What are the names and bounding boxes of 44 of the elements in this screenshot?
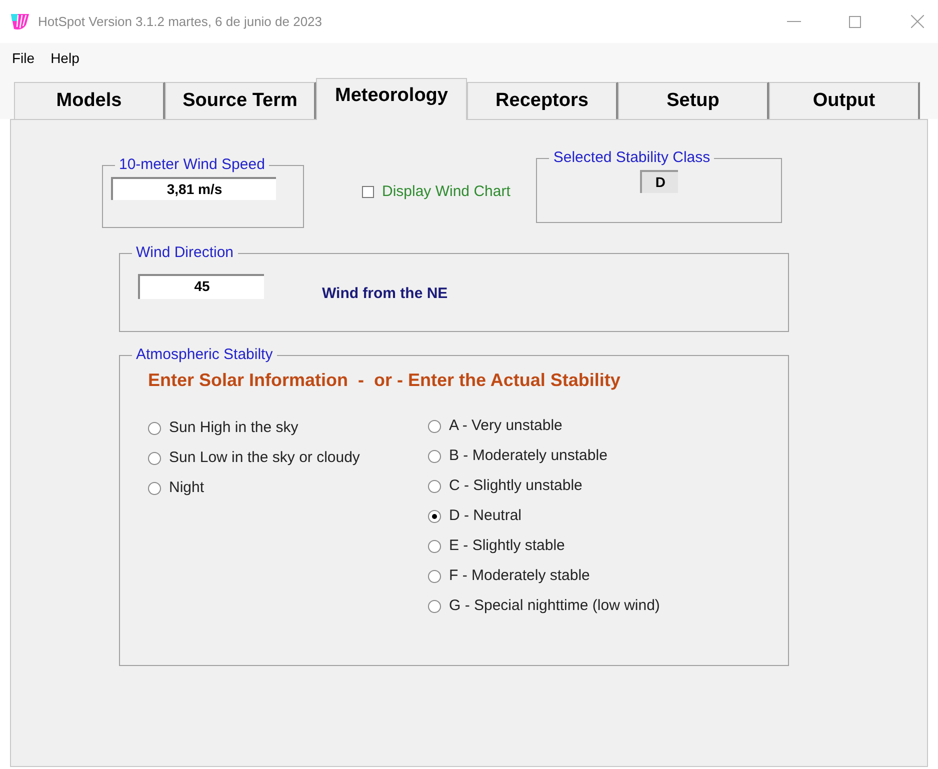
instruction-heading: Enter Solar Information - or - Enter the Actual Stability xyxy=(148,368,622,392)
radio-label[interactable]: A - Very unstable xyxy=(449,415,562,438)
wind-direction-text: Wind from the NE xyxy=(322,284,448,304)
minimize-icon[interactable] xyxy=(787,20,801,22)
close-icon[interactable] xyxy=(911,15,924,28)
tab[interactable]: Setup xyxy=(618,82,769,119)
stability-class-value: D xyxy=(640,170,678,192)
radio-label[interactable]: G - Special nighttime (low wind) xyxy=(449,595,660,618)
radio-button[interactable] xyxy=(148,422,161,435)
radio-button[interactable] xyxy=(148,452,161,465)
group-label: Wind Direction xyxy=(135,243,235,263)
tab[interactable]: Models xyxy=(14,82,165,119)
group-label: Selected Stability Class xyxy=(552,148,712,168)
tab[interactable]: Source Term xyxy=(165,82,316,119)
radio-label[interactable]: Night xyxy=(169,477,204,500)
checkbox[interactable] xyxy=(362,186,374,198)
radio-label[interactable]: B - Moderately unstable xyxy=(449,445,608,468)
maximize-icon[interactable] xyxy=(849,16,861,28)
tab[interactable]: Output xyxy=(769,82,920,119)
radio-button[interactable] xyxy=(428,540,441,553)
tab[interactable]: Meteorology xyxy=(316,78,467,120)
window-title: HotSpot Version 3.1.2 martes, 6 de junio de 2023 xyxy=(38,12,322,31)
radio-button[interactable] xyxy=(428,570,441,583)
checkbox-label[interactable]: Display Wind Chart xyxy=(382,181,510,204)
radio-button[interactable] xyxy=(428,480,441,493)
wind-direction-field[interactable]: 45 xyxy=(138,274,264,300)
radio-label[interactable]: D - Neutral xyxy=(449,505,522,528)
radio-button[interactable] xyxy=(428,510,441,523)
radio-button[interactable] xyxy=(428,600,441,613)
menu-item[interactable]: Help xyxy=(50,48,80,68)
app-logo-icon xyxy=(10,12,30,30)
radio-button[interactable] xyxy=(428,450,441,463)
radio-label[interactable]: Sun Low in the sky or cloudy xyxy=(169,447,360,470)
radio-label[interactable]: E - Slightly stable xyxy=(449,535,565,558)
tab[interactable]: Receptors xyxy=(467,82,618,119)
group-label: Atmospheric Stabilty xyxy=(135,345,274,365)
radio-button[interactable] xyxy=(148,482,161,495)
radio-button[interactable] xyxy=(428,420,441,433)
radio-label[interactable]: F - Moderately stable xyxy=(449,565,590,588)
group-label: 10-meter Wind Speed xyxy=(118,155,266,175)
wind-speed-field[interactable]: 3,81 m/s xyxy=(111,176,276,200)
radio-label[interactable]: C - Slightly unstable xyxy=(449,475,582,498)
menu-item[interactable]: File xyxy=(12,48,35,68)
radio-label[interactable]: Sun High in the sky xyxy=(169,417,298,440)
